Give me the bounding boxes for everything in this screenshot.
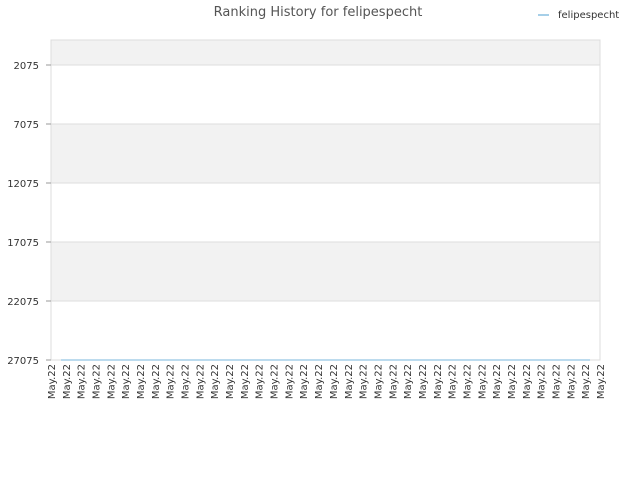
x-tick-label: May.22 bbox=[388, 364, 399, 399]
plot-border bbox=[50, 39, 601, 361]
x-tick-label: May.22 bbox=[462, 364, 473, 399]
x-tick-label: May.22 bbox=[403, 364, 414, 399]
x-tick-label: May.22 bbox=[314, 364, 325, 399]
chart-title: Ranking History for felipespecht bbox=[214, 5, 423, 20]
x-tick-label: May.22 bbox=[240, 364, 251, 399]
x-tick-label: May.22 bbox=[581, 364, 592, 399]
y-tick-label: 12075 bbox=[7, 179, 39, 190]
x-tick-label: May.22 bbox=[448, 364, 459, 399]
x-tick-label: May.22 bbox=[329, 364, 340, 399]
y-axis-ticks: 2075 7075 12075 17075 22075 27075 bbox=[7, 61, 51, 367]
y-tick-label: 2075 bbox=[14, 61, 39, 72]
x-tick-label: May.22 bbox=[344, 364, 355, 399]
y-tick-label: 22075 bbox=[7, 297, 39, 308]
x-tick-label: May.22 bbox=[151, 364, 162, 399]
x-tick-label: May.22 bbox=[299, 364, 310, 399]
x-tick-label: May.22 bbox=[566, 364, 577, 399]
y-tick-label: 27075 bbox=[7, 356, 39, 367]
x-tick-label: May.22 bbox=[433, 364, 444, 399]
grid-lines bbox=[51, 64, 600, 361]
x-tick-label: May.22 bbox=[359, 364, 370, 399]
x-tick-label: May.22 bbox=[418, 364, 429, 399]
x-tick-label: May.22 bbox=[136, 364, 147, 399]
x-tick-label: May.22 bbox=[537, 364, 548, 399]
x-tick-label: May.22 bbox=[225, 364, 236, 399]
x-tick-label: May.22 bbox=[373, 364, 384, 399]
x-tick-label: May.22 bbox=[551, 364, 562, 399]
x-tick-label: May.22 bbox=[181, 364, 192, 399]
plot-band bbox=[51, 124, 600, 183]
y-tick-label: 7075 bbox=[14, 120, 39, 131]
x-tick-label: May.22 bbox=[92, 364, 103, 399]
plot-band bbox=[51, 242, 600, 301]
x-tick-label: May.22 bbox=[106, 364, 117, 399]
x-tick-label: May.22 bbox=[47, 364, 58, 399]
x-tick-label: May.22 bbox=[596, 364, 607, 399]
x-tick-label: May.22 bbox=[62, 364, 73, 399]
x-tick-label: May.22 bbox=[210, 364, 221, 399]
x-tick-label: May.22 bbox=[522, 364, 533, 399]
x-tick-label: May.22 bbox=[166, 364, 177, 399]
legend-label-felipespecht: felipespecht bbox=[558, 10, 619, 21]
x-tick-label: May.22 bbox=[270, 364, 281, 399]
x-tick-label: May.22 bbox=[284, 364, 295, 399]
x-tick-label: May.22 bbox=[121, 364, 132, 399]
x-tick-label: May.22 bbox=[492, 364, 503, 399]
legend: felipespecht bbox=[538, 10, 619, 21]
x-tick-label: May.22 bbox=[507, 364, 518, 399]
x-tick-label: May.22 bbox=[255, 364, 266, 399]
x-axis-ticks: May.22 May.22 May.22 May.22 May.22 May.22 May.… bbox=[47, 364, 607, 399]
x-tick-label: May.22 bbox=[195, 364, 206, 399]
y-tick-label: 17075 bbox=[7, 238, 39, 249]
ranking-chart: Ranking History for felipespecht felipes… bbox=[7, 5, 619, 399]
plot-bands bbox=[51, 40, 600, 301]
x-tick-label: May.22 bbox=[77, 364, 88, 399]
plot-band bbox=[51, 40, 600, 65]
x-tick-label: May.22 bbox=[477, 364, 488, 399]
